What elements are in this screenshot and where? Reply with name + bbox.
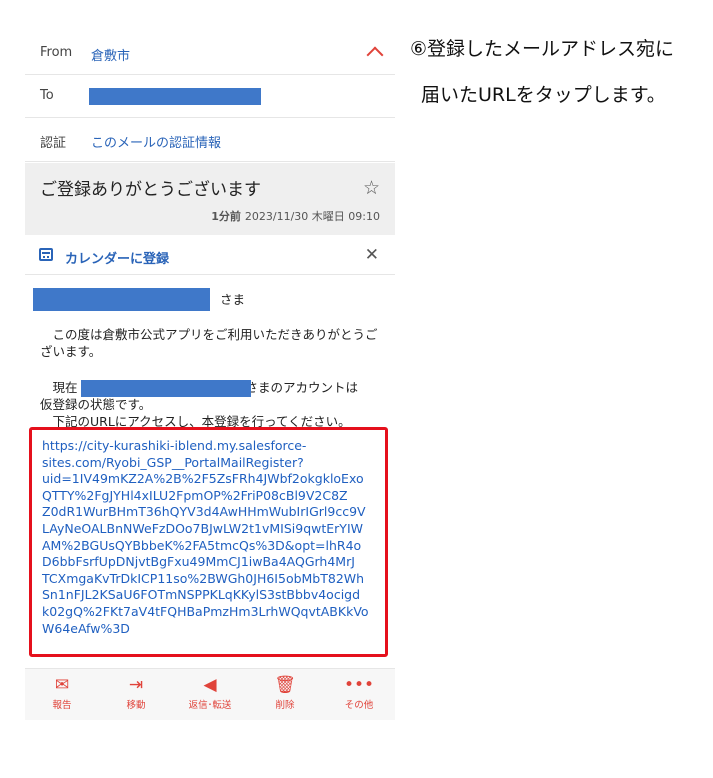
move-label: 移動 [126,700,146,711]
mail-screen: From 倉敷市 To 認証 このメールの認証情報 ご登録ありがとうございます … [25,32,395,720]
trash-icon: 🗑 [274,675,296,695]
bottom-toolbar: ✉ 報告 ⇥ 移動 ◀ 返信･転送 🗑 削除 ••• その他 [25,668,395,720]
report-icon: ✉ [54,675,70,695]
chevron-up-icon[interactable] [366,46,384,64]
more-button[interactable]: ••• その他 [324,674,394,711]
time-ago: 1分前 [211,210,241,223]
close-icon[interactable]: ✕ [365,245,379,265]
delete-button[interactable]: 🗑 削除 [250,674,320,711]
redacted-recipient [89,88,261,105]
to-row: To [25,75,395,118]
delete-label: 削除 [275,700,295,711]
body-paragraph-1: この度は倉敷市公式アプリをご利用いただきありがとうございます。 [40,327,378,359]
more-label: その他 [344,700,374,711]
report-label: 報告 [52,700,72,711]
para2-suffix: さまのアカウントは [245,380,359,395]
reply-label: 返信･転送 [188,700,232,711]
calendar-icon [39,248,53,261]
subject-title: ご登録ありがとうございます [40,180,261,200]
auth-row: 認証 このメールの認証情報 [25,119,395,162]
to-label: To [40,88,54,103]
report-button[interactable]: ✉ 報告 [27,674,97,711]
add-to-calendar-button[interactable]: カレンダーに登録 [65,248,169,267]
auth-label: 認証 [40,136,67,151]
instruction-line-2: 届いたURLをタップします。 [421,84,666,106]
date-text: 2023/11/30 木曜日 09:10 [244,210,380,223]
from-row: From 倉敷市 [25,32,395,75]
star-icon[interactable]: ☆ [363,177,380,199]
move-icon: ⇥ [128,675,144,695]
calendar-banner: カレンダーに登録 ✕ [25,238,395,275]
received-date: 1分前 2023/11/30 木曜日 09:10 [211,208,380,224]
redacted-name [33,288,210,311]
from-sender[interactable]: 倉敷市 [91,45,130,64]
reply-icon: ◀ [203,675,217,695]
move-button[interactable]: ⇥ 移動 [101,674,171,711]
url-highlight-box: https://city-kurashiki-iblend.my.salesfo… [29,427,388,657]
from-label: From [40,45,73,60]
more-icon: ••• [343,675,375,695]
greeting-suffix: さま [220,292,246,307]
instruction-line-1: ⑥登録したメールアドレス宛に [410,38,675,60]
para2-line2: 仮登録の状態です。 [40,397,152,412]
para2-prefix: 現在 [40,380,78,395]
subject-header: ご登録ありがとうございます ☆ 1分前 2023/11/30 木曜日 09:10 [25,163,395,235]
auth-info-link[interactable]: このメールの認証情報 [91,132,221,151]
registration-url-link[interactable]: https://city-kurashiki-iblend.my.salesfo… [42,438,386,637]
body-paragraph-3: 下記のURLにアクセスし、本登録を行ってください。 [40,414,351,427]
reply-forward-button[interactable]: ◀ 返信･転送 [175,674,245,711]
redacted-account-name [81,380,251,397]
